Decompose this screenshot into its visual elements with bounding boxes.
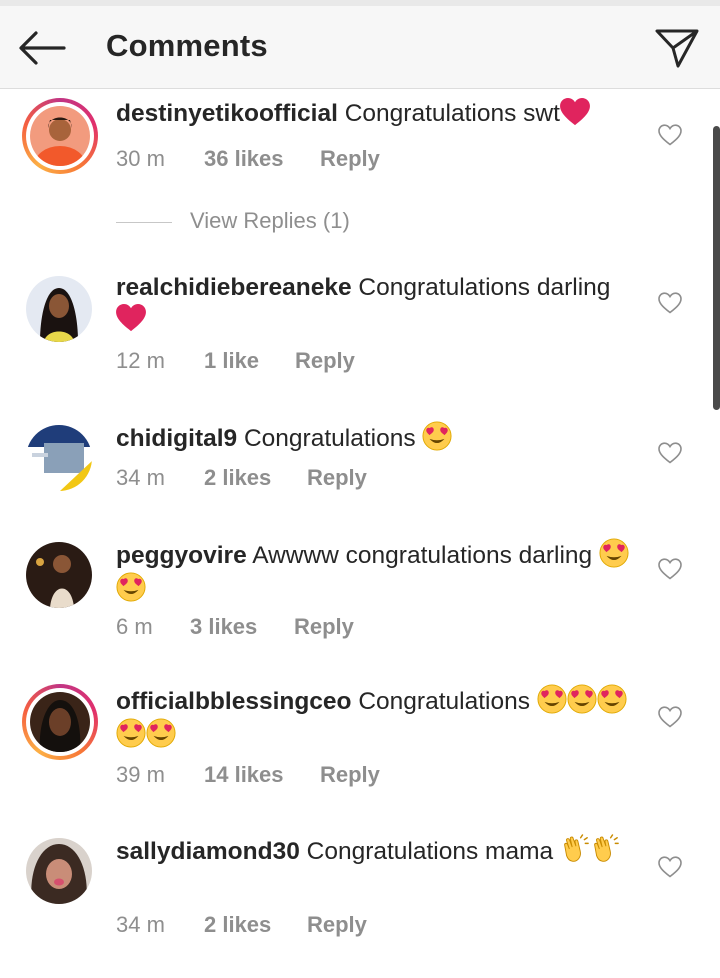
- reply-button[interactable]: Reply: [320, 146, 380, 172]
- comment-text: destinyetikoofficial Congratulations swt: [116, 98, 636, 130]
- comment-likes[interactable]: 1 like: [204, 348, 259, 374]
- avatar-image: [26, 425, 92, 491]
- reply-button[interactable]: Reply: [320, 762, 380, 788]
- comment-username[interactable]: destinyetikoofficial: [116, 100, 338, 127]
- like-heart-icon[interactable]: [658, 856, 682, 878]
- avatar[interactable]: [22, 684, 98, 760]
- comment-time: 12 m: [116, 348, 165, 373]
- comment-body: Congratulations swt: [344, 100, 560, 127]
- comment-body: Awwww congratulations darling: [252, 542, 593, 569]
- heart-eyes-emoji: [146, 718, 176, 748]
- like-heart-icon[interactable]: [658, 442, 682, 464]
- reply-button[interactable]: Reply: [295, 348, 355, 374]
- comment-time: 34 m: [116, 465, 165, 490]
- avatar-image: [30, 106, 90, 166]
- like-heart-icon[interactable]: [658, 558, 682, 580]
- comment-likes[interactable]: 2 likes: [204, 465, 271, 491]
- comment-username[interactable]: chidigital9: [116, 425, 237, 452]
- comment-body: Congratulations darling: [358, 274, 611, 301]
- header: Comments: [0, 6, 720, 89]
- reply-button[interactable]: Reply: [307, 912, 367, 938]
- avatar-image: [26, 838, 92, 904]
- share-button[interactable]: [652, 24, 702, 70]
- avatar[interactable]: [22, 421, 98, 497]
- scrollbar[interactable]: [713, 126, 720, 410]
- clapping-hands-emoji: [590, 834, 620, 864]
- arrow-left-icon: [19, 31, 66, 65]
- heart-eyes-emoji: [537, 684, 567, 714]
- paper-plane-icon: [655, 29, 699, 68]
- comment-body: Congratulations mama: [306, 838, 554, 865]
- reply-button[interactable]: Reply: [294, 614, 354, 640]
- comment-time: 6 m: [116, 614, 153, 639]
- avatar[interactable]: [22, 272, 98, 348]
- comment-likes[interactable]: 3 likes: [190, 614, 257, 640]
- avatar[interactable]: [22, 98, 98, 174]
- comment-text: sallydiamond30 Congratulations mama: [116, 834, 636, 868]
- like-heart-icon[interactable]: [658, 292, 682, 314]
- comment-likes[interactable]: 14 likes: [204, 762, 284, 788]
- avatar[interactable]: [22, 538, 98, 614]
- like-heart-icon[interactable]: [658, 706, 682, 728]
- comment-time: 34 m: [116, 912, 165, 937]
- comment-username[interactable]: officialbblessingceo: [116, 688, 352, 715]
- heart-eyes-emoji: [597, 684, 627, 714]
- avatar-image: [30, 692, 90, 752]
- reply-button[interactable]: Reply: [307, 465, 367, 491]
- comment-username[interactable]: peggyovire: [116, 542, 247, 569]
- avatar-image: [26, 542, 92, 608]
- heart-eyes-emoji: [116, 718, 146, 748]
- comment-username[interactable]: realchidiebereaneke: [116, 274, 352, 301]
- comment-time: 39 m: [116, 762, 165, 787]
- comment-text: officialbblessingceo Congratulations: [116, 684, 636, 752]
- view-replies-label[interactable]: View Replies (1): [190, 208, 350, 234]
- heart-eyes-emoji: [599, 538, 629, 568]
- avatar[interactable]: [22, 834, 98, 910]
- comment-body: Congratulations: [243, 425, 416, 452]
- red-heart-emoji: [560, 98, 590, 126]
- back-button[interactable]: [16, 28, 68, 68]
- heart-eyes-emoji: [116, 572, 146, 602]
- comment-username[interactable]: sallydiamond30: [116, 838, 300, 865]
- avatar-image: [26, 276, 92, 342]
- page-title: Comments: [106, 28, 268, 63]
- comment-body: Congratulations: [358, 688, 530, 715]
- comment-text: peggyovire Awwww congratulations darling: [116, 538, 636, 606]
- red-heart-emoji: [116, 304, 146, 332]
- comment-likes[interactable]: 2 likes: [204, 912, 271, 938]
- comment-likes[interactable]: 36 likes: [204, 146, 284, 172]
- heart-eyes-emoji: [567, 684, 597, 714]
- clapping-hands-emoji: [560, 834, 590, 864]
- heart-eyes-emoji: [422, 421, 452, 451]
- like-heart-icon[interactable]: [658, 124, 682, 146]
- comment-text: chidigital9 Congratulations: [116, 421, 636, 455]
- comment-text: realchidiebereaneke Congratulations darl…: [116, 272, 636, 336]
- divider-line: [116, 222, 172, 223]
- comment-time: 30 m: [116, 146, 165, 171]
